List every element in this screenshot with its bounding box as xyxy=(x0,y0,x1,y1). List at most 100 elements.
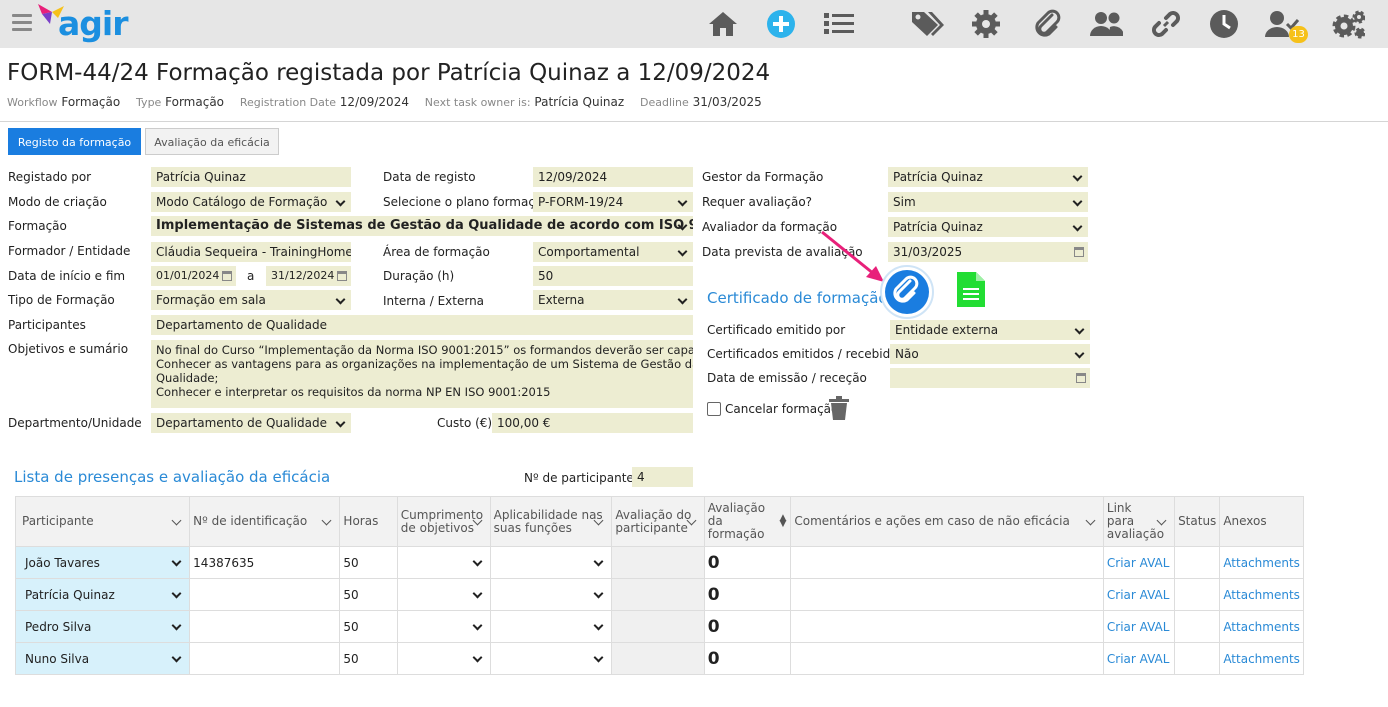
participante-select[interactable]: Patrícia Quinaz xyxy=(14,578,191,611)
attachments-link[interactable]: Attachments xyxy=(1219,642,1304,675)
hamburger-menu-icon[interactable] xyxy=(12,14,32,35)
col-cumprimento[interactable]: Cumprimento de objetivos xyxy=(396,496,491,547)
duracao-field[interactable]: 50 xyxy=(533,266,693,286)
page-title: FORM-44/24 Formação registada por Patríc… xyxy=(7,60,771,86)
app-logo[interactable]: agir xyxy=(58,4,128,43)
list-icon[interactable] xyxy=(822,8,856,40)
col-avaliacao-formacao[interactable]: Avaliação da formação ▲ ▼ xyxy=(703,496,792,547)
col-comentarios[interactable]: Comentários e ações em caso de não eficá… xyxy=(790,496,1104,547)
horas-cell[interactable]: 50 xyxy=(339,578,398,611)
label-registado-por: Registado por xyxy=(8,170,92,184)
trash-icon[interactable] xyxy=(828,396,850,421)
modo-criacao-select[interactable]: Modo Catálogo de Formação xyxy=(151,192,351,212)
identificacao-cell[interactable]: 14387635 xyxy=(189,546,341,579)
col-aplicabilidade[interactable]: Aplicabilidade nas suas funções xyxy=(489,496,613,547)
n-participantes-field[interactable]: 4 xyxy=(632,467,693,487)
cancelar-label: Cancelar formação xyxy=(725,402,839,416)
identificacao-cell[interactable] xyxy=(189,578,341,611)
label-gestor: Gestor da Formação xyxy=(702,170,824,184)
calendar-icon[interactable] xyxy=(222,271,232,281)
comentarios-cell[interactable] xyxy=(790,578,1104,611)
add-icon[interactable] xyxy=(764,8,798,40)
cancelar-checkbox[interactable] xyxy=(707,402,721,416)
clock-icon[interactable] xyxy=(1207,8,1241,40)
plano-select[interactable]: P-FORM-19/24 xyxy=(533,192,693,212)
calendar-icon[interactable] xyxy=(1074,247,1084,257)
calendar-icon[interactable] xyxy=(337,271,347,281)
attachments-link[interactable]: Attachments xyxy=(1219,610,1304,643)
criar-aval-link[interactable]: Criar AVAL xyxy=(1102,578,1176,611)
tab-registo[interactable]: Registo da formação xyxy=(8,128,141,155)
status-cell xyxy=(1174,642,1221,675)
data-emissao-field[interactable] xyxy=(890,368,1090,388)
comentarios-cell[interactable] xyxy=(790,546,1104,579)
identificacao-cell[interactable] xyxy=(189,610,341,643)
avaliacao-participante-cell xyxy=(611,642,705,675)
tab-avaliacao[interactable]: Avaliação da eficácia xyxy=(145,128,279,155)
criar-aval-link[interactable]: Criar AVAL xyxy=(1102,642,1176,675)
cumprimento-select[interactable] xyxy=(396,610,491,643)
requer-select[interactable]: Sim xyxy=(888,192,1088,212)
formador-field[interactable]: Cláudia Sequeira - TrainingHome xyxy=(151,242,351,262)
calendar-icon[interactable] xyxy=(1076,373,1086,383)
data-registo-field[interactable]: 12/09/2024 xyxy=(533,167,693,187)
cumprimento-select[interactable] xyxy=(396,546,491,579)
col-horas[interactable]: Horas xyxy=(339,496,398,547)
attachments-link[interactable]: Attachments xyxy=(1219,578,1304,611)
col-status[interactable]: Status xyxy=(1174,496,1221,547)
document-icon[interactable] xyxy=(957,272,985,307)
cumprimento-select[interactable] xyxy=(396,578,491,611)
attachments-link[interactable]: Attachments xyxy=(1219,546,1304,579)
aplicabilidade-select[interactable] xyxy=(489,578,613,611)
participantes-field[interactable]: Departamento de Qualidade xyxy=(151,315,693,335)
horas-cell[interactable]: 50 xyxy=(339,642,398,675)
aplicabilidade-select[interactable] xyxy=(489,546,613,579)
avaliador-select[interactable]: Patrícia Quinaz xyxy=(888,217,1088,237)
col-participante[interactable]: Participante xyxy=(14,496,191,547)
paperclip-icon[interactable] xyxy=(877,264,937,320)
aplicabilidade-select[interactable] xyxy=(489,610,613,643)
table-row: Nuno Silva 50 0 Criar AVAL Attachments xyxy=(14,642,1304,675)
area-select[interactable]: Comportamental xyxy=(533,242,693,262)
gear-icon[interactable] xyxy=(969,8,1003,40)
departamento-select[interactable]: Departamento de Qualidade xyxy=(151,413,351,433)
horas-cell[interactable]: 50 xyxy=(339,610,398,643)
paperclip-icon[interactable] xyxy=(1030,8,1064,40)
table-row: Pedro Silva 50 0 Criar AVAL Attachments xyxy=(14,610,1304,643)
tags-icon[interactable] xyxy=(910,8,944,40)
col-identificacao[interactable]: Nº de identificação xyxy=(189,496,341,547)
comentarios-cell[interactable] xyxy=(790,642,1104,675)
identificacao-cell[interactable] xyxy=(189,642,341,675)
criar-aval-link[interactable]: Criar AVAL xyxy=(1102,610,1176,643)
comentarios-cell[interactable] xyxy=(790,610,1104,643)
aplicabilidade-select[interactable] xyxy=(489,642,613,675)
home-icon[interactable] xyxy=(706,8,740,40)
col-avaliacao-participante[interactable]: Avaliação do participante xyxy=(611,496,705,547)
formacao-select[interactable]: Implementação de Sistemas de Gestão da Q… xyxy=(151,216,693,236)
gears-icon[interactable] xyxy=(1331,8,1365,40)
data-prevista-field[interactable]: 31/03/2025 xyxy=(888,242,1088,262)
top-navigation-bar: agir 13 xyxy=(0,0,1388,48)
col-anexos[interactable]: Anexos xyxy=(1219,496,1304,547)
criar-aval-link[interactable]: Criar AVAL xyxy=(1102,546,1176,579)
cumprimento-select[interactable] xyxy=(396,642,491,675)
attach-certificate-button[interactable] xyxy=(877,264,937,320)
data-inicio-field[interactable]: 01/01/2024 xyxy=(151,266,236,286)
sort-icon[interactable]: ▲ ▼ xyxy=(779,514,786,529)
participante-select[interactable]: Nuno Silva xyxy=(14,642,191,675)
horas-cell[interactable]: 50 xyxy=(339,546,398,579)
interna-select[interactable]: Externa xyxy=(533,290,693,310)
participante-select[interactable]: João Tavares xyxy=(14,546,191,579)
custo-field[interactable]: 100,00 € xyxy=(492,413,693,433)
data-fim-field[interactable]: 31/12/2024 xyxy=(266,266,351,286)
objetivos-textarea[interactable]: No final do Curso “Implementação da Norm… xyxy=(151,340,693,408)
link-icon[interactable] xyxy=(1149,8,1183,40)
cert-recebidos-select[interactable]: Não xyxy=(890,344,1090,364)
col-link[interactable]: Link para avaliação xyxy=(1102,496,1176,547)
users-icon[interactable] xyxy=(1089,8,1123,40)
cert-emitido-select[interactable]: Entidade externa xyxy=(890,320,1090,340)
registado-por-field[interactable]: Patrícia Quinaz xyxy=(151,167,351,187)
gestor-select[interactable]: Patrícia Quinaz xyxy=(888,167,1088,187)
participante-select[interactable]: Pedro Silva xyxy=(14,610,191,643)
tipo-formacao-select[interactable]: Formação em sala xyxy=(151,290,351,310)
